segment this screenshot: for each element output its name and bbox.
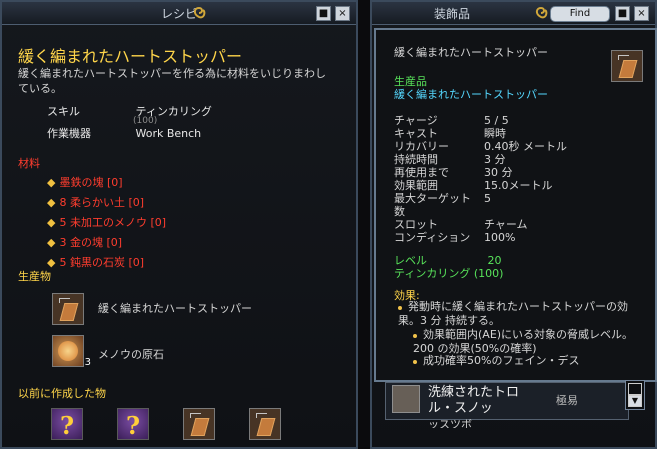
stat-value: 0.40秒 メートル <box>484 140 567 153</box>
stat-row: 持続時間 3 分 <box>394 153 567 166</box>
skill-requirement: ティンカリング (100) <box>394 267 504 280</box>
stat-row: 最大ターゲット 5 <box>394 192 567 205</box>
stat-label: 数 <box>394 205 405 218</box>
material-item-2[interactable]: ◆ 8 柔らかい土 [0] <box>47 193 166 213</box>
item-icon <box>392 385 420 413</box>
recipe-description: 緩く編まれたハートストッパーを作る為に材料をいじりまわしている。 <box>18 67 326 95</box>
device-row: 作業機器 Work Bench <box>47 125 201 141</box>
material-item-4[interactable]: ◆ 3 金の塊 [0] <box>47 233 166 253</box>
tooltip-item-name: 緩く編まれたハートストッパー <box>394 46 548 59</box>
bottom-item-difficulty: 極易 <box>556 394 578 407</box>
tooltip-type-line-2: 緩く編まれたハートストッパー <box>394 88 548 101</box>
scrollbar[interactable]: ▼ <box>625 380 645 410</box>
stat-value: 100% <box>484 231 516 244</box>
material-label-5: 5 鈍黒の石炭 [0] <box>59 256 145 269</box>
effect-sub-1: 効果範囲内(AE)にいる対象の脅威レベル。200 の効果(50%の確率) <box>413 328 649 356</box>
question-icon[interactable]: ? <box>51 408 83 440</box>
effect-main: 発動時に緩く編まれたハートストッパーの効果。3 分 持続する。 <box>398 300 648 328</box>
skill-label: スキル <box>47 105 80 118</box>
stat-row: キャスト 瞬時 <box>394 127 567 140</box>
material-label-4: 3 金の塊 [0] <box>59 236 123 249</box>
stat-label: 最大ターゲット <box>394 192 471 205</box>
close-button[interactable]: × <box>335 6 350 21</box>
material-item-1[interactable]: ◆ 墨鉄の塊 [0] <box>47 173 166 193</box>
skill-row: スキル ティンカリング <box>47 103 212 119</box>
recipe-content: 緩く編まれたハートストッパー 緩く編まれたハートストッパーを作る為に材料をいじり… <box>10 30 348 440</box>
item-tooltip: 緩く編まれたハートストッパー 生産品 緩く編まれたハートストッパー チャージ 5 … <box>374 28 657 382</box>
material-label-2: 8 柔らかい土 [0] <box>59 196 145 209</box>
material-label-1: 墨鉄の塊 [0] <box>59 176 123 189</box>
material-label-3: 5 未加工のメノウ [0] <box>59 216 167 229</box>
stat-row: リカバリー 0.40秒 メートル <box>394 140 567 153</box>
material-item-5[interactable]: ◆ 5 鈍黒の石炭 [0] <box>47 253 166 273</box>
stat-row: スロット チャーム <box>394 218 567 231</box>
products-label: 生産物 <box>18 270 51 283</box>
heart-stopper-icon[interactable] <box>183 408 215 440</box>
heart-stopper-icon[interactable] <box>52 293 84 325</box>
material-item-3[interactable]: ◆ 5 未加工のメノウ [0] <box>47 213 166 233</box>
product-name-2: メノウの原石 <box>98 348 164 361</box>
scroll-down-button[interactable]: ▼ <box>628 395 642 407</box>
stat-label: リカバリー <box>394 140 449 153</box>
stat-row: 数 <box>394 205 567 218</box>
swirl-ornament-icon <box>193 6 206 19</box>
stat-row: 再使用まで 30 分 <box>394 166 567 179</box>
effect-sub-1-text: 効果範囲内(AE)にいる対象の脅威レベル。200 の効果(50%の確率) <box>413 328 634 355</box>
recipe-title: レシピ <box>160 7 197 21</box>
product-qty: 3 <box>84 357 91 368</box>
accessories-titlebar[interactable]: 装飾品 Find ■ × <box>372 2 655 25</box>
minimize-button[interactable]: ■ <box>316 6 331 21</box>
stat-label: 持続時間 <box>394 153 438 166</box>
effect-main-text: 発動時に緩く編まれたハートストッパーの効果。3 分 持続する。 <box>398 300 628 327</box>
stat-label: 再使用まで <box>394 166 449 179</box>
stat-label: チャージ <box>394 114 438 127</box>
close-button[interactable]: × <box>634 6 649 21</box>
materials-label: 材料 <box>18 157 40 170</box>
effect-bullet-icon <box>413 334 417 338</box>
previous-items-label: 以前に作成した物 <box>18 387 106 400</box>
find-button[interactable]: Find <box>550 6 610 22</box>
effect-bullet-icon <box>413 360 417 364</box>
stat-row: チャージ 5 / 5 <box>394 114 567 127</box>
stat-value: 15.0メートル <box>484 179 553 192</box>
stat-value: 瞬時 <box>484 127 506 140</box>
bottom-item-overflow: ッスツボ <box>428 418 472 428</box>
product-name-1: 緩く編まれたハートストッパー <box>98 302 252 315</box>
device-label: 作業機器 <box>47 127 91 140</box>
stat-value: 30 分 <box>484 166 513 179</box>
stat-label: コンディション <box>394 231 471 244</box>
scroll-up-button[interactable] <box>628 383 642 395</box>
swirl-ornament-icon <box>535 6 548 19</box>
accessories-title: 装飾品 <box>433 7 470 21</box>
effect-sub-2: 成功確率50%のフェイン・デス <box>413 354 649 368</box>
recipe-window: レシピ ■ × 緩く編まれたハートストッパー 緩く編まれたハートストッパーを作る… <box>0 0 358 449</box>
agate-ore-icon[interactable]: 3 <box>52 335 91 368</box>
tooltip-item-icon <box>611 50 643 82</box>
heart-stopper-icon[interactable] <box>249 408 281 440</box>
stat-label: キャスト <box>394 127 438 140</box>
effect-sub-2-text: 成功確率50%のフェイン・デス <box>423 354 580 367</box>
stat-value: チャーム <box>484 218 528 231</box>
minimize-button[interactable]: ■ <box>615 6 630 21</box>
stat-label: 効果範囲 <box>394 179 438 192</box>
material-list: ◆ 墨鉄の塊 [0] ◆ 8 柔らかい土 [0] ◆ 5 未加工のメノウ [0] ◆ 3… <box>47 173 166 273</box>
recipe-titlebar[interactable]: レシピ ■ × <box>2 2 356 25</box>
stat-label: スロット <box>394 218 438 231</box>
stat-value: 5 / 5 <box>484 114 509 127</box>
device-value: Work Bench <box>135 127 202 140</box>
stat-row: 効果範囲 15.0メートル <box>394 179 567 192</box>
bottom-list-item[interactable]: 洗練されたトロル・スノッ 極易 ッスツボ <box>385 382 629 428</box>
question-icon[interactable]: ? <box>117 408 149 440</box>
tooltip-stats: チャージ 5 / 5 キャスト 瞬時 リカバリー 0.40秒 メートル 持続時間 3 分… <box>394 114 567 244</box>
stat-value: 3 分 <box>484 153 506 166</box>
stat-row: コンディション 100% <box>394 231 567 244</box>
recipe-name: 緩く編まれたハートストッパー <box>18 47 243 66</box>
effect-bullet-icon <box>398 306 402 310</box>
bottom-item-name: 洗練されたトロル・スノッ <box>428 385 520 416</box>
stat-value: 5 <box>484 192 491 205</box>
